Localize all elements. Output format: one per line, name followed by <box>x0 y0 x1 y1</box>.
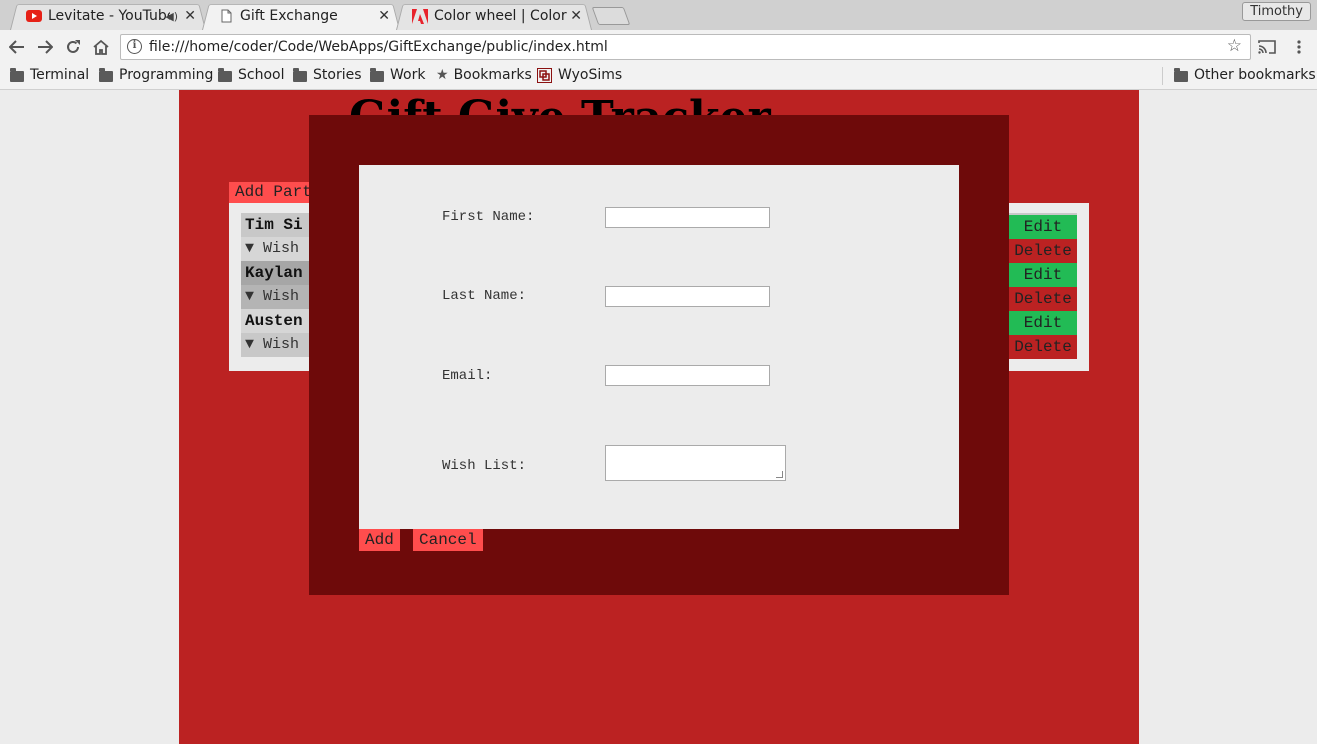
cancel-button[interactable]: Cancel <box>413 529 483 551</box>
close-icon[interactable]: ✕ <box>378 8 390 24</box>
last-name-label: Last Name: <box>442 288 527 304</box>
modal-overlay: First Name: Last Name: Email: Wish List:… <box>309 115 1009 595</box>
other-bookmarks[interactable]: Other bookmarks <box>1174 67 1316 83</box>
menu-icon[interactable] <box>1288 36 1310 58</box>
bookmark-work[interactable]: Work <box>370 67 425 83</box>
page-icon <box>218 8 234 24</box>
tab-title: Gift Exchange <box>240 8 338 24</box>
folder-icon <box>218 67 232 82</box>
folder-icon <box>293 67 307 82</box>
wyosims-icon <box>537 67 552 83</box>
first-name-field[interactable] <box>605 207 770 228</box>
youtube-icon <box>26 8 42 24</box>
bookmark-school[interactable]: School <box>218 67 284 83</box>
bookmark-programming[interactable]: Programming <box>99 67 213 83</box>
delete-button[interactable]: Delete <box>1009 239 1077 263</box>
bookmarks-bar: Terminal Programming School Stories Work… <box>0 64 1317 90</box>
tab-gift-exchange[interactable]: Gift Exchange ✕ <box>202 2 400 30</box>
folder-icon <box>370 67 384 82</box>
toolbar: i file:///home/coder/Code/WebApps/GiftEx… <box>0 30 1317 64</box>
forward-icon[interactable] <box>34 36 56 58</box>
folder-icon <box>10 67 24 82</box>
delete-button[interactable]: Delete <box>1009 335 1077 359</box>
close-icon[interactable]: ✕ <box>184 8 196 24</box>
back-icon[interactable] <box>6 36 28 58</box>
email-label: Email: <box>442 368 493 384</box>
delete-button[interactable]: Delete <box>1009 287 1077 311</box>
tab-title: Color wheel | Color sc <box>434 8 568 24</box>
close-icon[interactable]: ✕ <box>570 8 582 24</box>
info-icon[interactable]: i <box>127 39 142 54</box>
audio-icon[interactable]: ◀) <box>165 10 178 23</box>
email-field[interactable] <box>605 365 770 386</box>
folder-icon <box>99 67 113 82</box>
wish-list-field[interactable] <box>605 445 786 481</box>
bookmarks-separator <box>1162 67 1163 85</box>
star-icon: ★ <box>436 67 449 83</box>
bookmark-star-icon[interactable]: ☆ <box>1227 36 1242 56</box>
tab-levitate[interactable]: Levitate - YouTube ◀) ✕ <box>10 2 206 30</box>
adobe-icon <box>412 8 428 24</box>
edit-button[interactable]: Edit <box>1009 215 1077 239</box>
bookmark-stories[interactable]: Stories <box>293 67 362 83</box>
new-tab-button[interactable] <box>591 7 631 25</box>
home-icon[interactable] <box>90 36 112 58</box>
reload-icon[interactable] <box>62 36 84 58</box>
folder-icon <box>1174 67 1188 82</box>
wish-list-label: Wish List: <box>442 458 527 474</box>
bookmark-bookmarks[interactable]: ★ Bookmarks <box>436 67 532 83</box>
tab-strip: Levitate - YouTube ◀) ✕ Gift Exchange ✕ … <box>0 0 1317 30</box>
bookmark-terminal[interactable]: Terminal <box>10 67 89 83</box>
bookmark-wyosims[interactable]: WyoSims <box>537 67 622 83</box>
edit-button[interactable]: Edit <box>1009 263 1077 287</box>
tab-color-wheel[interactable]: Color wheel | Color sc ✕ <box>396 2 592 30</box>
first-name-label: First Name: <box>442 209 535 225</box>
tab-title: Levitate - YouTube <box>48 8 170 24</box>
profile-button[interactable]: Timothy <box>1242 2 1311 21</box>
add-button[interactable]: Add <box>359 529 400 551</box>
url-text: file:///home/coder/Code/WebApps/GiftExch… <box>149 39 608 55</box>
last-name-field[interactable] <box>605 286 770 307</box>
address-bar[interactable]: i file:///home/coder/Code/WebApps/GiftEx… <box>120 34 1251 60</box>
edit-button[interactable]: Edit <box>1009 311 1077 335</box>
add-party-dialog: First Name: Last Name: Email: Wish List: <box>359 165 959 529</box>
cast-icon[interactable] <box>1256 36 1278 58</box>
